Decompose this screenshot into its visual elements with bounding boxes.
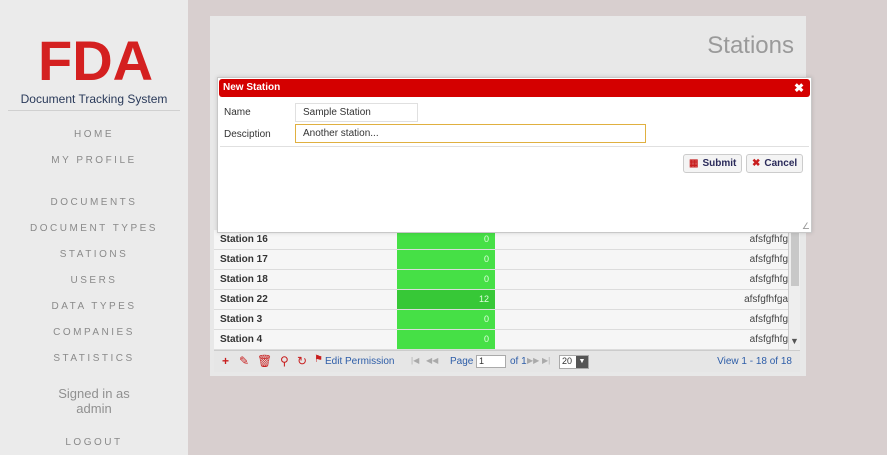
sidebar-divider xyxy=(8,110,180,111)
chevron-down-icon[interactable]: ▼ xyxy=(576,356,588,368)
edit-permission-button[interactable]: Edit Permission xyxy=(325,356,394,367)
scroll-down-icon[interactable]: ▼ xyxy=(790,336,799,346)
rows-per-page-select[interactable]: 20 ▼ xyxy=(559,355,589,369)
nav-companies[interactable]: COMPANIES xyxy=(0,327,188,338)
cancel-button[interactable]: ✖ Cancel xyxy=(746,154,804,173)
description-field[interactable]: Another station... xyxy=(295,124,646,143)
refresh-icon[interactable]: ↻ xyxy=(297,354,307,368)
table-row[interactable]: Station 18 0 afsfgfhfg xyxy=(214,270,796,290)
cancel-icon: ✖ xyxy=(752,158,761,169)
signed-in-info: Signed in as admin xyxy=(0,386,188,416)
nav-data-types[interactable]: DATA TYPES xyxy=(0,301,188,312)
station-description: afsfgfhfg xyxy=(749,334,788,345)
rows-per-page-value: 20 xyxy=(562,356,573,366)
station-name: Station 18 xyxy=(220,274,268,285)
table-row[interactable]: Station 3 0 afsfgfhfg xyxy=(214,310,796,330)
station-name: Station 17 xyxy=(220,254,268,265)
search-icon[interactable]: ⚲ xyxy=(280,354,289,368)
station-description: afsfgfhfg xyxy=(749,254,788,265)
add-icon[interactable]: + xyxy=(222,354,229,368)
station-description: afsfgfhfg xyxy=(749,274,788,285)
page-title: Stations xyxy=(707,32,794,59)
nav-home[interactable]: HOME xyxy=(0,129,188,140)
first-page-icon[interactable]: |◀ xyxy=(411,356,419,365)
edit-icon[interactable]: ✎ xyxy=(239,354,249,368)
record-count-label: View 1 - 18 of 18 xyxy=(717,356,792,367)
app-subtitle: Document Tracking System xyxy=(20,92,168,106)
station-description: afsfgfhfga xyxy=(744,294,788,305)
station-name: Station 16 xyxy=(220,234,268,245)
dialog-title: New Station xyxy=(223,82,281,93)
delete-icon[interactable]: 🗑 xyxy=(257,354,272,368)
dialog-titlebar[interactable]: New Station ✖ xyxy=(219,79,810,97)
station-description: afsfgfhfg xyxy=(749,314,788,325)
submit-button[interactable]: ▦ Submit xyxy=(683,154,743,173)
nav-document-types[interactable]: DOCUMENT TYPES xyxy=(0,223,188,234)
nav-documents[interactable]: DOCUMENTS xyxy=(0,197,188,208)
table-row[interactable]: Station 4 0 afsfgfhfg xyxy=(214,330,796,350)
grid-pager: + ✎ 🗑 ⚲ ↻ ⚑ Edit Permission |◀ ◀◀ Page 1… xyxy=(214,350,800,372)
page-count-label: of 1 xyxy=(510,356,527,367)
station-count: 0 xyxy=(397,310,495,329)
logo: FDA xyxy=(38,29,154,92)
name-field[interactable]: Sample Station xyxy=(295,103,418,122)
signed-in-user: admin xyxy=(76,401,112,416)
resize-handle-icon[interactable]: ∠ xyxy=(802,221,810,232)
table-row[interactable]: Station 22 12 afsfgfhfga xyxy=(214,290,796,310)
station-name: Station 4 xyxy=(220,334,263,345)
sidebar: FDA Document Tracking System HOME MY PRO… xyxy=(0,0,188,455)
station-count: 0 xyxy=(397,250,495,269)
permission-icon[interactable]: ⚑ xyxy=(314,354,323,365)
next-page-icon[interactable]: ▶▶ xyxy=(527,356,539,365)
nav-logout[interactable]: LOGOUT xyxy=(0,437,188,448)
table-row[interactable]: Station 16 0 afsfgfhfg xyxy=(214,230,796,250)
save-icon: ▦ xyxy=(689,158,699,169)
table-row[interactable]: Station 17 0 afsfgfhfg xyxy=(214,250,796,270)
last-page-icon[interactable]: ▶| xyxy=(542,356,550,365)
station-count: 0 xyxy=(397,330,495,349)
dialog-divider xyxy=(220,146,809,147)
new-station-dialog: New Station ✖ Name Sample Station Descip… xyxy=(217,77,812,233)
station-name: Station 22 xyxy=(220,294,268,305)
nav-stations[interactable]: STATIONS xyxy=(0,249,188,260)
nav-statistics[interactable]: STATISTICS xyxy=(0,353,188,364)
scrollbar-thumb[interactable] xyxy=(791,230,799,286)
submit-label: Submit xyxy=(702,158,737,169)
station-count: 12 xyxy=(397,290,495,309)
station-name: Station 3 xyxy=(220,314,263,325)
description-label: Desciption xyxy=(224,129,271,140)
station-description: afsfgfhfg xyxy=(749,234,788,245)
signed-in-label: Signed in as xyxy=(58,386,130,401)
table-scrollbar[interactable] xyxy=(788,230,800,350)
cancel-label: Cancel xyxy=(764,158,798,169)
prev-page-icon[interactable]: ◀◀ xyxy=(426,356,438,365)
nav-users[interactable]: USERS xyxy=(0,275,188,286)
page-label: Page xyxy=(450,356,474,367)
close-icon[interactable]: ✖ xyxy=(794,79,804,97)
page-number-input[interactable]: 1 xyxy=(476,355,506,368)
name-label: Name xyxy=(224,107,251,118)
nav-my-profile[interactable]: MY PROFILE xyxy=(0,155,188,166)
station-count: 0 xyxy=(397,270,495,289)
